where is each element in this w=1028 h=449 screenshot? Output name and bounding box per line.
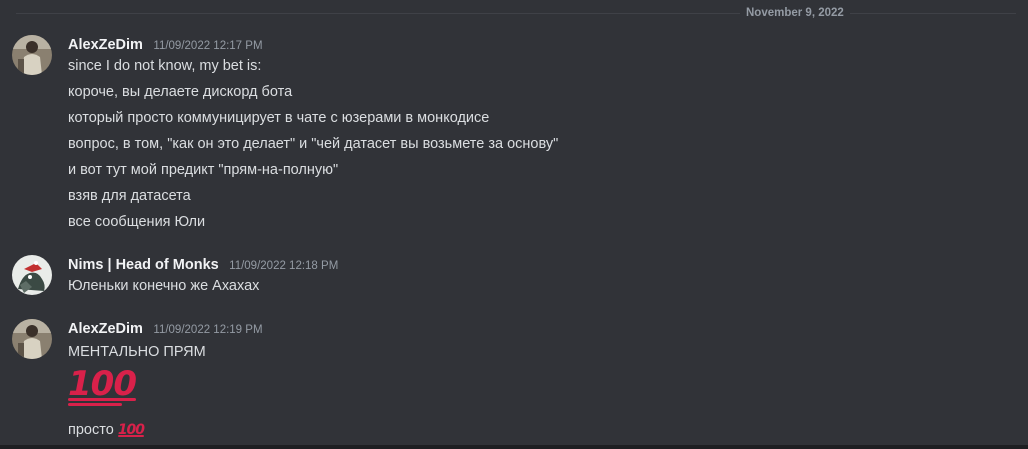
- author-name[interactable]: AlexZeDim: [68, 37, 143, 53]
- message-timestamp: 11/09/2022 12:17 PM: [153, 40, 263, 52]
- message-text: since I do not know, my bet is:: [68, 58, 262, 74]
- author-name[interactable]: AlexZeDim: [68, 321, 143, 337]
- message-timestamp: 11/09/2022 12:19 PM: [153, 324, 263, 336]
- author-name[interactable]: Nims | Head of Monks: [68, 257, 219, 273]
- date-divider-label: November 9, 2022: [740, 6, 850, 20]
- hundred-points-icon: 100: [117, 422, 145, 438]
- message-text: взяв для датасета: [68, 188, 191, 204]
- hundred-points-icon: 100: [68, 364, 137, 406]
- message-text: который просто коммуницирует в чате с юз…: [68, 110, 490, 126]
- jumbo-emoji-line: 100: [68, 364, 137, 411]
- avatar[interactable]: [12, 255, 52, 295]
- user-avatar-icon: [12, 319, 52, 359]
- message-text: просто: [68, 422, 114, 438]
- message-text: вопрос, в том, "как он это делает" и "че…: [68, 136, 559, 152]
- message-timestamp: 11/09/2022 12:18 PM: [229, 260, 339, 272]
- avatar[interactable]: [12, 319, 52, 359]
- message-text: Юленьки конечно же Ахахах: [68, 278, 260, 294]
- user-avatar-icon: [12, 35, 52, 75]
- composer-edge: [0, 445, 1028, 449]
- date-divider: [16, 13, 1016, 14]
- message-text: все сообщения Юли: [68, 214, 206, 230]
- user-avatar-icon: [12, 255, 52, 295]
- message-text: и вот тут мой предикт "прям-на-полную": [68, 162, 339, 178]
- message-text-with-emoji: просто 100: [68, 420, 145, 440]
- message-text: МЕНТАЛЬНО ПРЯМ: [68, 344, 206, 360]
- avatar[interactable]: [12, 35, 52, 75]
- message-text: короче, вы делаете дискорд бота: [68, 84, 293, 100]
